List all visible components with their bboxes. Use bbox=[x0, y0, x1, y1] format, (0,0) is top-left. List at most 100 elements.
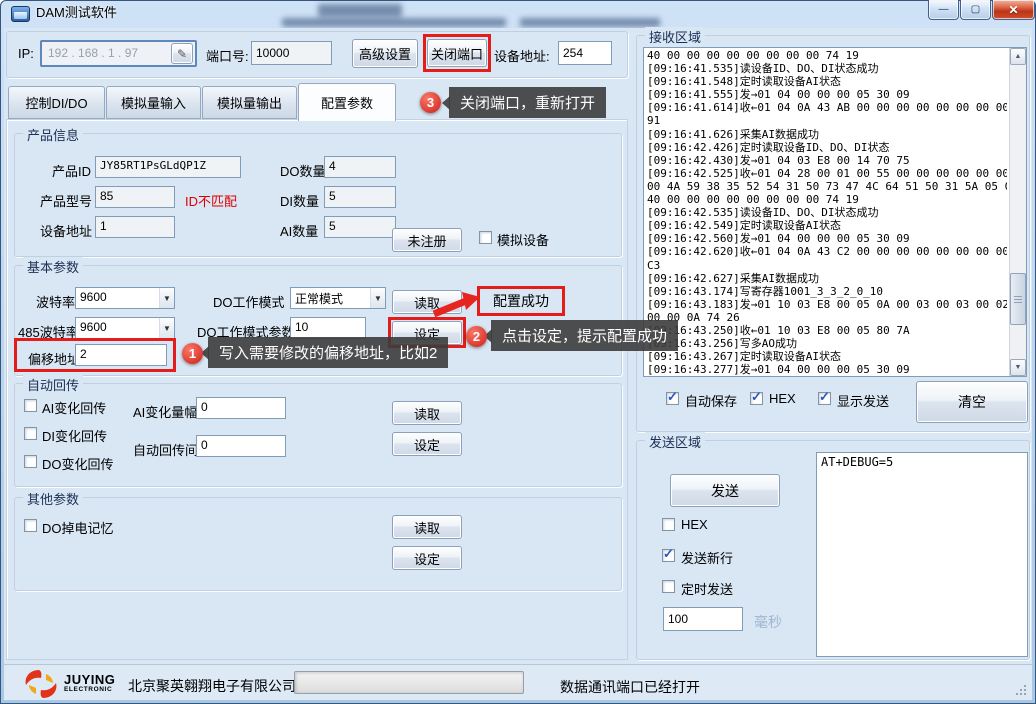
receive-log-text: 40 00 00 00 00 00 00 00 00 74 19 [09:16:… bbox=[647, 49, 1007, 375]
progress-bar bbox=[294, 671, 524, 694]
sim-device-checkbox[interactable] bbox=[479, 231, 492, 244]
port-input[interactable]: 10000 bbox=[251, 41, 332, 65]
model-field[interactable]: 85 bbox=[95, 186, 175, 208]
amplitude-input[interactable]: 0 bbox=[196, 397, 286, 419]
di-change-label: DI变化回传 bbox=[42, 426, 107, 445]
do-change-checkbox[interactable] bbox=[24, 455, 37, 468]
checkmark-icon: ✓ bbox=[751, 389, 762, 405]
title-bar[interactable]: DAM测试软件 — ▢ ✕ bbox=[0, 0, 1036, 28]
baud485-value: 9600 bbox=[76, 318, 159, 338]
tab-control-dido[interactable]: 控制DI/DO bbox=[8, 86, 105, 119]
ip-label: IP: bbox=[18, 46, 34, 61]
red-arrow-icon bbox=[430, 290, 482, 318]
device-address-label: 设备地址: bbox=[494, 46, 550, 65]
autosave-checkbox[interactable]: ✓ bbox=[666, 392, 679, 405]
di-count-field[interactable]: 5 bbox=[324, 186, 396, 208]
send-newline-label: 发送新行 bbox=[681, 548, 733, 567]
tab-analog-input[interactable]: 模拟量输入 bbox=[106, 86, 201, 119]
pencil-icon: ✎ bbox=[177, 47, 187, 61]
di-count-label: DI数量 bbox=[280, 191, 319, 210]
product-id-field[interactable]: JY85RT1PsGLdQP1Z bbox=[95, 156, 241, 178]
do-mode-value: 正常模式 bbox=[291, 288, 370, 308]
baud-label: 波特率 bbox=[36, 292, 75, 311]
port-label: 端口号: bbox=[206, 46, 249, 65]
close-button[interactable]: ✕ bbox=[992, 0, 1035, 20]
receive-hex-checkbox[interactable]: ✓ bbox=[750, 392, 763, 405]
auto-read-button[interactable]: 读取 bbox=[392, 401, 462, 425]
clear-button[interactable]: 清空 bbox=[916, 381, 1028, 423]
timed-send-label: 定时发送 bbox=[681, 579, 733, 598]
product-device-addr-label: 设备地址 bbox=[40, 221, 92, 240]
baud-select[interactable]: 9600 ▼ bbox=[75, 287, 175, 309]
tab-config-params[interactable]: 配置参数 bbox=[298, 83, 396, 121]
device-address-input[interactable]: 254 bbox=[558, 41, 612, 65]
scroll-up-icon: ▲ bbox=[1015, 53, 1022, 60]
scroll-down-icon: ▼ bbox=[1015, 364, 1022, 371]
scroll-down-button[interactable]: ▼ bbox=[1010, 359, 1026, 376]
receive-hex-label: HEX bbox=[769, 391, 796, 406]
app-icon bbox=[11, 6, 30, 22]
send-content-textarea[interactable]: AT+DEBUG=5 bbox=[816, 452, 1028, 657]
do-count-label: DO数量 bbox=[280, 161, 326, 180]
juying-logo-icon bbox=[22, 669, 60, 699]
auto-report-legend: 自动回传 bbox=[23, 375, 83, 394]
auto-set-button[interactable]: 设定 bbox=[392, 432, 462, 456]
do-mode-select[interactable]: 正常模式 ▼ bbox=[290, 287, 386, 309]
callout-3-badge: 3 bbox=[420, 92, 441, 113]
ai-count-field[interactable]: 5 bbox=[324, 216, 396, 238]
config-success-box: 配置成功 bbox=[477, 286, 565, 316]
tab-analog-output[interactable]: 模拟量输出 bbox=[202, 86, 297, 119]
send-hex-checkbox[interactable] bbox=[662, 518, 675, 531]
chevron-down-icon: ▼ bbox=[159, 318, 174, 338]
milliseconds-label: 毫秒 bbox=[754, 612, 782, 632]
scroll-up-button[interactable]: ▲ bbox=[1010, 48, 1026, 65]
brand-name: JUYING bbox=[64, 672, 115, 687]
basic-params-legend: 基本参数 bbox=[23, 257, 83, 276]
show-send-checkbox[interactable]: ✓ bbox=[818, 392, 831, 405]
close-port-button[interactable]: 关闭端口 bbox=[427, 39, 487, 67]
maximize-icon: ▢ bbox=[971, 4, 980, 15]
ai-change-checkbox[interactable] bbox=[24, 399, 37, 412]
maximize-button[interactable]: ▢ bbox=[960, 0, 991, 20]
other-read-button[interactable]: 读取 bbox=[392, 515, 462, 539]
brand-sub: ELECTRONIC bbox=[64, 686, 112, 693]
advanced-settings-button[interactable]: 高级设置 bbox=[352, 39, 418, 68]
show-send-label: 显示发送 bbox=[837, 391, 889, 410]
checkmark-icon: ✓ bbox=[663, 546, 674, 562]
callout-1-badge: 1 bbox=[182, 343, 203, 364]
other-params-group: 其他参数 bbox=[14, 497, 622, 591]
baud485-select[interactable]: 9600 ▼ bbox=[75, 317, 175, 339]
checkmark-icon: ✓ bbox=[667, 389, 678, 405]
di-change-checkbox[interactable] bbox=[24, 427, 37, 440]
baud485-label: 485波特率 bbox=[18, 322, 79, 341]
other-set-button[interactable]: 设定 bbox=[392, 546, 462, 570]
autosave-label: 自动保存 bbox=[685, 391, 737, 410]
timed-send-checkbox[interactable] bbox=[662, 580, 675, 593]
checkmark-icon: ✓ bbox=[819, 389, 830, 405]
do-memory-checkbox[interactable] bbox=[24, 519, 37, 532]
scrollbar-thumb[interactable] bbox=[1010, 273, 1026, 325]
receive-log-box[interactable]: 40 00 00 00 00 00 00 00 00 74 19 [09:16:… bbox=[643, 47, 1027, 377]
resize-grip[interactable] bbox=[1016, 685, 1026, 695]
callout-2-badge: 2 bbox=[466, 326, 487, 347]
send-interval-input[interactable]: 100 bbox=[663, 607, 743, 631]
send-button[interactable]: 发送 bbox=[670, 474, 780, 507]
do-param-input[interactable]: 10 bbox=[290, 317, 366, 339]
send-newline-checkbox[interactable]: ✓ bbox=[662, 549, 675, 562]
minimize-button[interactable]: — bbox=[928, 0, 959, 20]
interval-input[interactable]: 0 bbox=[196, 435, 286, 457]
edit-ip-button[interactable]: ✎ bbox=[171, 43, 193, 64]
background-glass-blur bbox=[520, 18, 660, 27]
callout-2-tooltip: 点击设定，提示配置成功 bbox=[491, 320, 678, 351]
callout-1-tooltip: 写入需要修改的偏移地址，比如2 bbox=[208, 337, 448, 368]
unregistered-button[interactable]: 未注册 bbox=[392, 228, 462, 252]
do-count-field[interactable]: 4 bbox=[324, 156, 396, 178]
product-id-label: 产品ID bbox=[52, 161, 91, 180]
log-scrollbar[interactable]: ▲ ▼ bbox=[1009, 48, 1026, 376]
offset-input[interactable]: 2 bbox=[75, 344, 167, 366]
product-device-addr-field[interactable]: 1 bbox=[95, 216, 175, 238]
status-bar: JUYING ELECTRONIC 北京聚英翱翔电子有限公司 数据通讯端口已经打… bbox=[4, 664, 1032, 700]
ip-input[interactable]: 192 . 168 . 1 . 97 ✎ bbox=[40, 40, 197, 67]
ai-count-label: AI数量 bbox=[280, 221, 318, 240]
model-label: 产品型号 bbox=[40, 191, 92, 210]
